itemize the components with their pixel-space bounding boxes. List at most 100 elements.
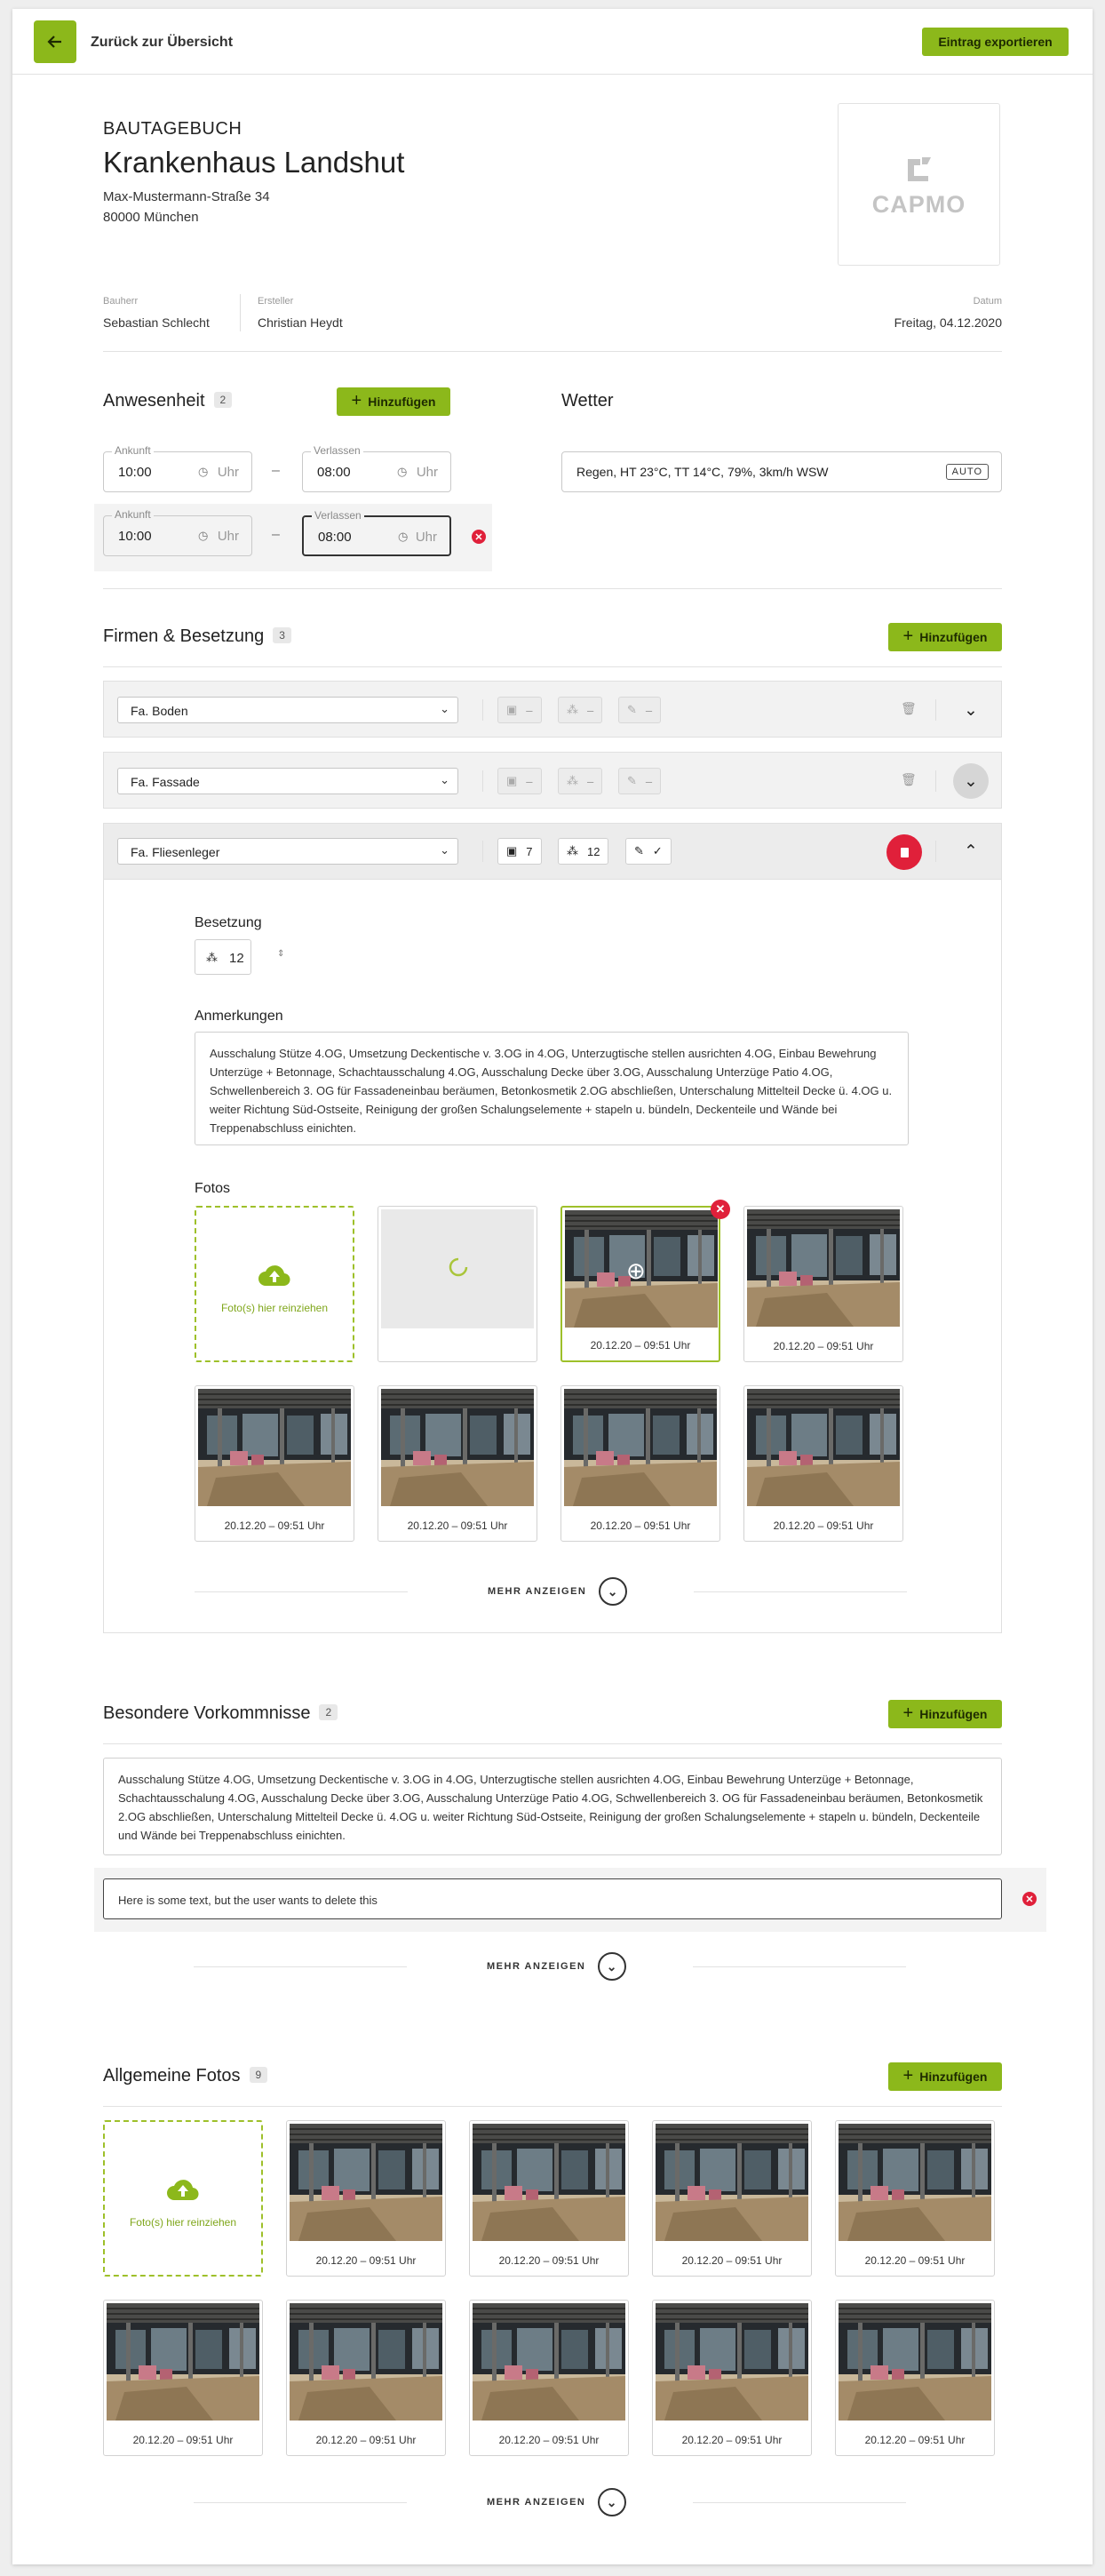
- ankunft-field-1[interactable]: Ankunft 10:00 ◷ Uhr: [103, 444, 252, 492]
- people-chip[interactable]: ⁂ –: [558, 697, 603, 723]
- photo-image: [839, 2303, 991, 2420]
- photo-caption: 20.12.20 – 09:51 Uhr: [224, 1519, 325, 1532]
- photo-thumbnail[interactable]: 20.12.20 – 09:51 Uhr: [743, 1206, 903, 1362]
- wetter-value: Regen, HT 23°C, TT 14°C, 79%, 3km/h WSW: [576, 465, 829, 479]
- photo-caption: 20.12.20 – 09:51 Uhr: [590, 1519, 691, 1532]
- anmerkungen-textarea[interactable]: Ausschalung Stütze 4.OG, Umsetzung Decke…: [195, 1032, 909, 1145]
- allgemeine-fotos-add-button[interactable]: + Hinzufügen: [888, 2062, 1002, 2091]
- divider: [482, 841, 483, 862]
- company-select[interactable]: Fa. Fliesenleger ⌄: [117, 838, 458, 865]
- meta-divider: [240, 294, 241, 331]
- anmerkungen-label: Anmerkungen: [195, 1009, 283, 1024]
- photo-thumbnail[interactable]: 20.12.20 – 09:51 Uhr: [652, 2300, 812, 2456]
- image-icon: ▣: [506, 703, 518, 716]
- auto-badge[interactable]: AUTO: [945, 464, 989, 480]
- photo-caption: 20.12.20 – 09:51 Uhr: [132, 2434, 234, 2446]
- expand-chevron-icon[interactable]: ⌄: [953, 763, 989, 799]
- photos-chip[interactable]: ▣ –: [497, 768, 542, 794]
- upload-label: Foto(s) hier reinziehen: [220, 1302, 329, 1314]
- add-label: Hinzufügen: [919, 630, 988, 644]
- image-icon: ▣: [506, 844, 518, 857]
- upload-cloud-icon: [105, 2177, 261, 2206]
- photo-image: [290, 2124, 442, 2241]
- zoom-in-icon[interactable]: ⊕: [626, 1257, 646, 1285]
- company-logo: CAPMO: [838, 103, 1000, 266]
- photo-image: [747, 1209, 900, 1327]
- collapse-chevron-icon[interactable]: ⌃: [953, 833, 989, 869]
- photo-thumbnail[interactable]: 20.12.20 – 09:51 Uhr: [286, 2120, 446, 2277]
- address-line2: 80000 München: [103, 210, 199, 225]
- ankunft-field-2[interactable]: Ankunft 10:00 ◷ Uhr: [103, 508, 252, 556]
- photo-image: [290, 2303, 442, 2420]
- photo-thumbnail[interactable]: 20.12.20 – 09:51 Uhr: [378, 1385, 537, 1542]
- people-chip[interactable]: ⁂ 12: [558, 838, 609, 865]
- photo-thumbnail[interactable]: 20.12.20 – 09:51 Uhr: [103, 2300, 263, 2456]
- photo-thumbnail[interactable]: 20.12.20 – 09:51 Uhr: [835, 2120, 995, 2277]
- firmen-add-button[interactable]: + Hinzufügen: [888, 623, 1002, 651]
- pencil-icon: ✎: [634, 844, 644, 857]
- photo-thumbnail[interactable]: 20.12.20 – 09:51 Uhr: [560, 1385, 720, 1542]
- divider: [103, 351, 1002, 352]
- chevron-down-icon: ⌄: [440, 702, 449, 715]
- photo-image: [473, 2303, 625, 2420]
- wetter-field[interactable]: Regen, HT 23°C, TT 14°C, 79%, 3km/h WSW …: [561, 451, 1002, 492]
- people-icon: ⁂: [567, 703, 578, 716]
- back-button[interactable]: [34, 20, 76, 63]
- photo-thumbnail[interactable]: 20.12.20 – 09:51 Uhr: [469, 2120, 629, 2277]
- notes-chip[interactable]: ✎ –: [618, 768, 662, 794]
- photo-image: [473, 2124, 625, 2241]
- delete-company-button[interactable]: [886, 834, 922, 870]
- photos-chip[interactable]: ▣ –: [497, 697, 542, 723]
- photo-upload-dropzone[interactable]: Foto(s) hier reinziehen: [103, 2120, 263, 2277]
- remove-vorkommnis-icon[interactable]: ✕: [1022, 1892, 1037, 1906]
- vorkommnis-text-1[interactable]: Ausschalung Stütze 4.OG, Umsetzung Decke…: [103, 1758, 1002, 1855]
- wetter-title: Wetter: [561, 391, 614, 411]
- company-row-fassade: Fa. Fassade ⌄ ▣ – ⁂ – ✎ – 🗑 ⌄: [103, 752, 1002, 809]
- photo-thumbnail[interactable]: 20.12.20 – 09:51 Uhr: [652, 2120, 812, 2277]
- company-select[interactable]: Fa. Boden ⌄: [117, 697, 458, 723]
- photo-thumbnail[interactable]: 20.12.20 – 09:51 Uhr: [743, 1385, 903, 1542]
- company-select[interactable]: Fa. Fassade ⌄: [117, 768, 458, 794]
- photo-thumbnail[interactable]: 20.12.20 – 09:51 Uhr: [286, 2300, 446, 2456]
- vorkommnisse-add-button[interactable]: + Hinzufügen: [888, 1700, 1002, 1728]
- anwesenheit-add-button[interactable]: + Hinzufügen: [337, 387, 450, 416]
- mehr-anzeigen-label: MEHR ANZEIGEN: [488, 1586, 587, 1597]
- mehr-anzeigen-button[interactable]: MEHR ANZEIGEN ⌄: [487, 2488, 627, 2516]
- trash-icon[interactable]: 🗑: [901, 701, 917, 716]
- plus-icon: +: [902, 626, 914, 646]
- photo-thumbnail[interactable]: 20.12.20 – 09:51 Uhr: [195, 1385, 354, 1542]
- notes-chip[interactable]: ✎ –: [618, 697, 662, 723]
- time-separator: –: [272, 527, 280, 542]
- mehr-anzeigen-button[interactable]: MEHR ANZEIGEN ⌄: [488, 1577, 628, 1606]
- chip-value: –: [526, 774, 533, 788]
- photo-thumbnail[interactable]: 20.12.20 – 09:51 Uhr: [469, 2300, 629, 2456]
- back-label[interactable]: Zurück zur Übersicht: [91, 35, 233, 51]
- anwesenheit-title: Anwesenheit: [103, 391, 205, 411]
- mehr-anzeigen-button[interactable]: MEHR ANZEIGEN ⌄: [487, 1952, 627, 1981]
- export-button[interactable]: Eintrag exportieren: [922, 28, 1069, 56]
- notes-chip[interactable]: ✎ ✓: [625, 838, 672, 865]
- verlassen-field-1[interactable]: Verlassen 08:00 ◷ Uhr: [302, 444, 451, 492]
- remove-row-icon[interactable]: ✕: [472, 530, 486, 544]
- divider: [195, 1591, 408, 1592]
- verlassen-field-2[interactable]: Verlassen 08:00 ◷ Uhr: [302, 509, 451, 556]
- report-card: Zurück zur Übersicht Eintrag exportieren…: [12, 9, 1093, 2564]
- expand-chevron-icon[interactable]: ⌄: [953, 692, 989, 728]
- photo-thumbnail[interactable]: 20.12.20 – 09:51 Uhr: [835, 2300, 995, 2456]
- photo-image: [564, 1389, 717, 1506]
- photo-loading: [378, 1206, 537, 1362]
- chip-value: 12: [587, 844, 600, 858]
- plus-icon: +: [902, 2066, 914, 2086]
- besetzung-stepper[interactable]: ⁂ 12 ⇕: [195, 939, 284, 975]
- photo-thumbnail-selected[interactable]: ⊕ 20.12.20 – 09:51 Uhr ✕: [560, 1200, 730, 1362]
- ersteller-value: Christian Heydt: [258, 315, 343, 330]
- photo-upload-dropzone[interactable]: Foto(s) hier reinziehen: [195, 1206, 354, 1362]
- plus-icon: +: [351, 391, 362, 411]
- remove-photo-icon[interactable]: ✕: [711, 1200, 730, 1219]
- vorkommnis-text-2[interactable]: Here is some text, but the user wants to…: [103, 1878, 1002, 1919]
- add-label: Hinzufügen: [919, 1707, 988, 1721]
- ankunft-value: 10:00: [118, 465, 152, 480]
- trash-icon[interactable]: 🗑: [901, 772, 917, 787]
- people-chip[interactable]: ⁂ –: [558, 768, 603, 794]
- photos-chip[interactable]: ▣ 7: [497, 838, 542, 865]
